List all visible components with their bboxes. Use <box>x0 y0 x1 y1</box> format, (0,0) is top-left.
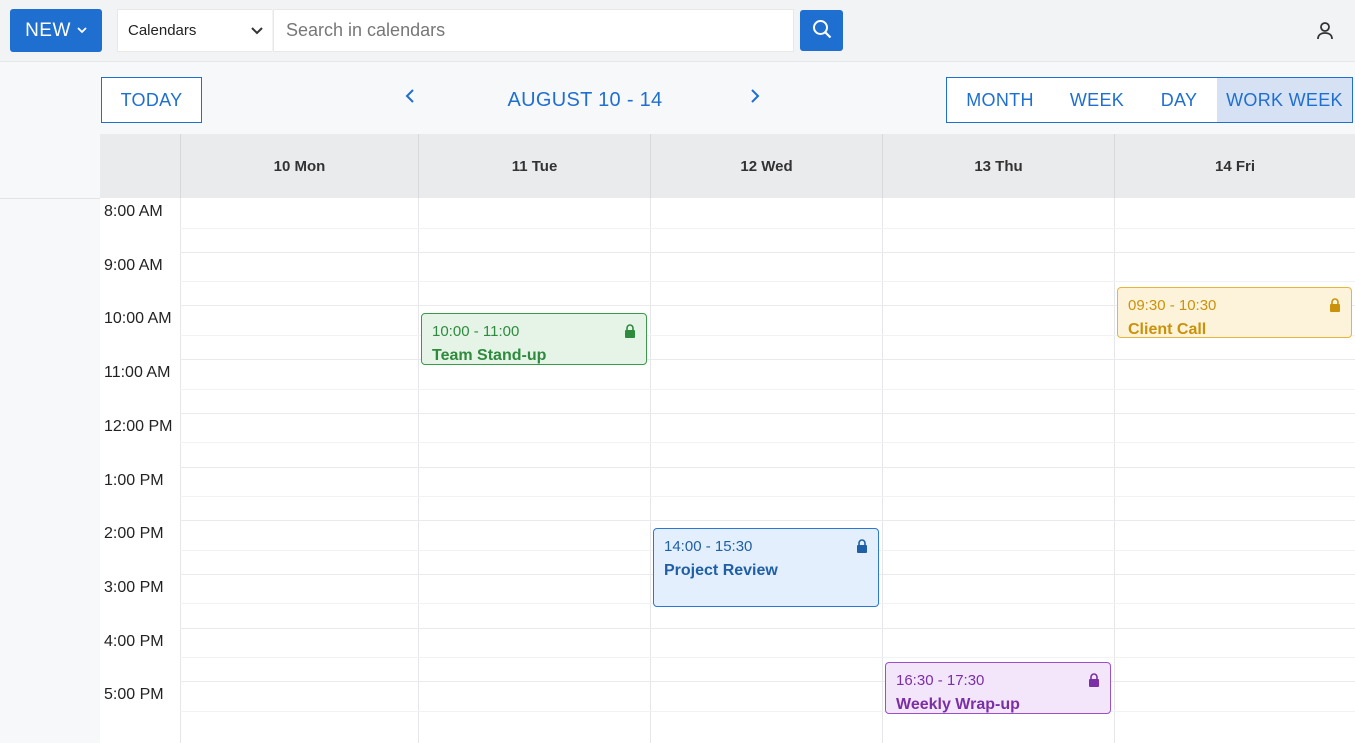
lock-icon <box>1329 297 1341 312</box>
half-hour-gridline <box>180 496 1355 498</box>
time-label: 12:00 PM <box>104 417 173 435</box>
time-label: 1:00 PM <box>104 471 164 489</box>
day-column-wed[interactable] <box>650 198 882 743</box>
calendar-navigation: TODAY AUGUST 10 - 14 MONTH WEEK DAY WORK… <box>0 62 1355 134</box>
today-button[interactable]: TODAY <box>101 77 202 123</box>
lock-icon <box>856 539 868 554</box>
time-label: 5:00 PM <box>104 686 164 704</box>
day-header-wed[interactable]: 12 Wed <box>650 134 882 198</box>
time-label: 3:00 PM <box>104 578 164 596</box>
search-input[interactable] <box>273 9 794 52</box>
top-toolbar: NEW Calendars <box>0 0 1355 62</box>
hour-gridline <box>180 520 1355 522</box>
event-title: Team Stand-up <box>432 347 547 365</box>
calendar-event[interactable]: 10:00 - 11:00 Team Stand-up <box>421 313 647 366</box>
hour-gridline <box>180 627 1355 629</box>
day-column-thu[interactable] <box>882 198 1114 743</box>
view-week-button[interactable]: WEEK <box>1053 78 1141 122</box>
view-day-button[interactable]: DAY <box>1141 78 1217 122</box>
time-label: 9:00 AM <box>104 256 163 274</box>
divider <box>0 198 100 199</box>
lock-icon <box>1088 673 1100 688</box>
time-label: 4:00 PM <box>104 632 164 650</box>
time-label: 2:00 PM <box>104 525 164 543</box>
half-hour-gridline <box>180 227 1355 229</box>
view-month-button[interactable]: MONTH <box>947 78 1053 122</box>
half-hour-gridline <box>180 710 1355 712</box>
day-header-row: 10 Mon 11 Tue 12 Wed 13 Thu 14 Fri <box>100 134 1355 198</box>
calendar-event[interactable]: 09:30 - 10:30 Client Call <box>1117 286 1352 339</box>
hour-gridline <box>180 466 1355 468</box>
new-button[interactable]: NEW <box>10 9 102 52</box>
new-button-label: NEW <box>25 19 71 41</box>
day-header-tue[interactable]: 11 Tue <box>418 134 650 198</box>
time-label: 11:00 AM <box>104 364 171 382</box>
event-time: 09:30 - 10:30 <box>1128 296 1217 314</box>
time-label: 10:00 AM <box>104 310 172 328</box>
half-hour-gridline <box>180 442 1355 444</box>
previous-week-button[interactable] <box>400 87 420 109</box>
next-week-button[interactable] <box>745 87 765 109</box>
view-switcher: MONTH WEEK DAY WORK WEEK <box>946 77 1353 123</box>
time-label: 8:00 AM <box>104 203 163 220</box>
hour-gridline <box>180 412 1355 414</box>
day-column-tue[interactable] <box>418 198 650 743</box>
calendar-grid: 10 Mon 11 Tue 12 Wed 13 Thu 14 Fri 8:00 … <box>100 134 1355 743</box>
search-icon <box>812 19 832 42</box>
half-hour-gridline <box>180 657 1355 659</box>
event-title: Weekly Wrap-up <box>896 696 1020 714</box>
search-button[interactable] <box>800 10 843 51</box>
event-title: Project Review <box>664 562 778 580</box>
calendars-select-value: Calendars <box>128 22 197 39</box>
day-header-fri[interactable]: 14 Fri <box>1114 134 1355 198</box>
lock-icon <box>624 324 636 339</box>
day-header-mon[interactable]: 10 Mon <box>180 134 418 198</box>
day-header-thu[interactable]: 13 Thu <box>882 134 1114 198</box>
chevron-down-icon <box>250 23 264 41</box>
hour-gridline <box>180 251 1355 253</box>
event-time: 14:00 - 15:30 <box>664 538 753 556</box>
calendar-event[interactable]: 14:00 - 15:30 Project Review <box>653 528 879 607</box>
event-time: 10:00 - 11:00 <box>432 323 520 341</box>
calendars-select[interactable]: Calendars <box>117 9 272 52</box>
chevron-left-icon <box>405 88 415 108</box>
chevron-right-icon <box>750 88 760 108</box>
date-range-title: AUGUST 10 - 14 <box>507 89 663 111</box>
event-title: Client Call <box>1128 320 1207 338</box>
hour-gridline <box>180 359 1355 361</box>
time-grid[interactable]: 8:00 AM 9:00 AM 10:00 AM 11:00 AM 12:00 PM 1:… <box>100 198 1355 743</box>
chevron-down-icon <box>77 25 87 37</box>
day-column-mon[interactable] <box>180 198 418 743</box>
time-column <box>100 198 180 743</box>
hour-gridline <box>180 681 1355 683</box>
view-work-week-button[interactable]: WORK WEEK <box>1217 78 1352 122</box>
half-hour-gridline <box>180 281 1355 283</box>
calendar-event[interactable]: 16:30 - 17:30 Weekly Wrap-up <box>885 662 1111 715</box>
user-icon[interactable] <box>1313 19 1337 43</box>
day-column-fri[interactable] <box>1114 198 1355 743</box>
event-time: 16:30 - 17:30 <box>896 672 985 690</box>
half-hour-gridline <box>180 388 1355 390</box>
